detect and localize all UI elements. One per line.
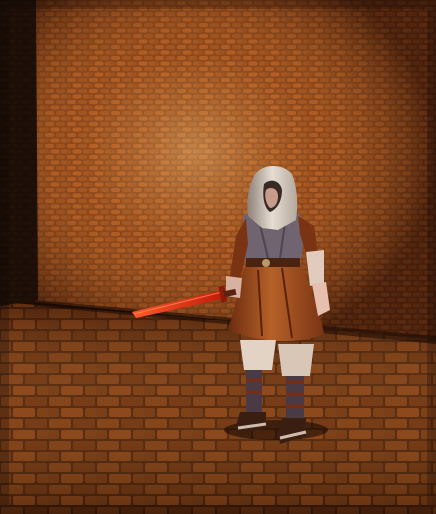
right-knee-wrap — [278, 344, 314, 376]
belt-buckle — [262, 259, 270, 267]
game-scene — [0, 0, 436, 514]
belt — [246, 258, 300, 267]
game-viewport[interactable] — [0, 0, 436, 514]
left-knee-wrap — [240, 340, 276, 370]
